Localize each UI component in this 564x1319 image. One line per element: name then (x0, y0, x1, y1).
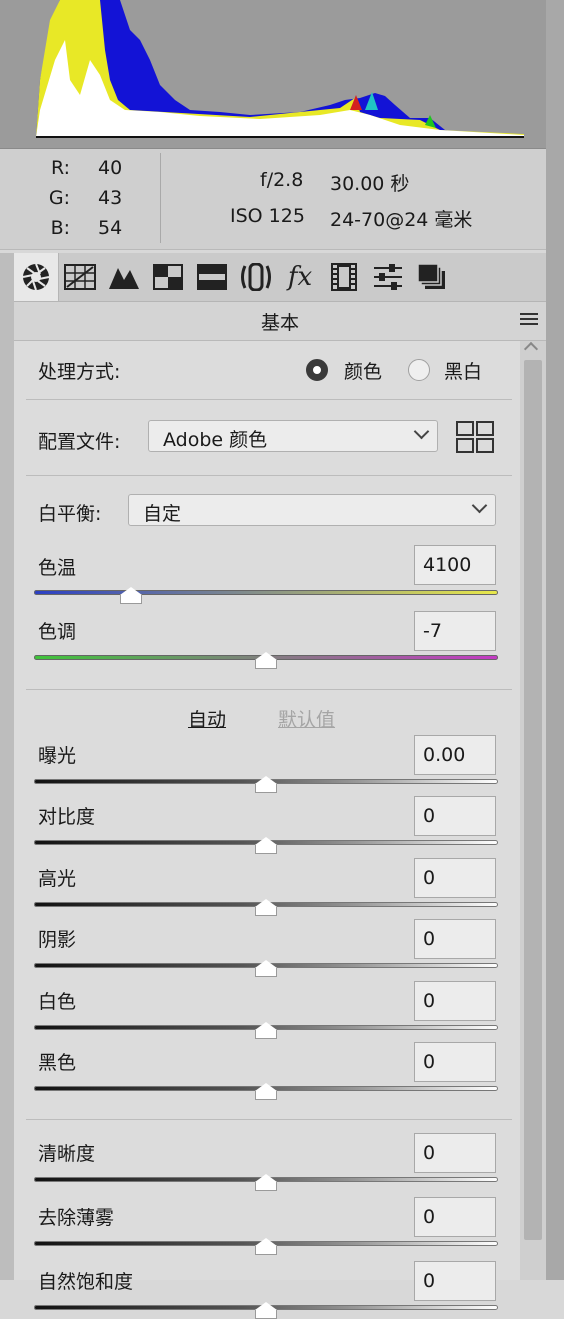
slider-label: 白色 (38, 990, 77, 1013)
slider-label: 对比度 (38, 806, 96, 829)
slider-label: 黑色 (38, 1052, 77, 1074)
histogram-graph (0, 0, 564, 148)
slider-thumb[interactable] (255, 1238, 277, 1255)
slider-value-field[interactable]: 0 (414, 919, 496, 960)
slider-value-field[interactable]: 0 (414, 1133, 496, 1173)
lens-icon[interactable] (234, 253, 278, 301)
temp-label: 色温 (38, 557, 77, 579)
shutter-value: 30.00 秒 (330, 173, 410, 195)
slider-label: 高光 (38, 867, 77, 890)
treatment-bw-label: 黑白 (444, 361, 483, 383)
histogram (0, 0, 564, 149)
split-toning-icon[interactable] (146, 253, 190, 301)
tint-slider-thumb[interactable] (255, 652, 277, 669)
split-rows-icon[interactable] (190, 253, 234, 301)
slider-thumb[interactable] (255, 1174, 277, 1191)
default-button[interactable]: 默认值 (278, 705, 335, 732)
chevron-down-icon (413, 423, 430, 440)
profile-value: Adobe 颜色 (163, 429, 268, 451)
slider-thumb[interactable] (255, 1083, 277, 1100)
divider (26, 1119, 512, 1120)
slider-thumb[interactable] (255, 1021, 277, 1039)
r-label: R: (50, 157, 70, 179)
b-label: B: (50, 217, 70, 239)
divider (26, 689, 512, 690)
slider-label: 曝光 (38, 745, 77, 767)
slider-value-field[interactable]: 0 (414, 1197, 496, 1237)
fx-icon[interactable]: fx (278, 253, 322, 301)
chevron-down-icon (471, 497, 488, 514)
profile-browser-icon[interactable] (454, 419, 494, 453)
info-strip: R: 40 G: 43 B: 54 f/2.8 30.00 秒 ISO 125 … (0, 149, 564, 250)
mountains-icon[interactable] (102, 253, 146, 301)
sliders-icon[interactable] (366, 253, 410, 301)
divider (26, 475, 512, 476)
slider-value-field[interactable]: 0.00 (414, 735, 496, 775)
treatment-color-label: 颜色 (344, 361, 383, 383)
panel-menu-icon[interactable] (520, 313, 538, 329)
divider (26, 399, 512, 400)
white-balance-value: 自定 (143, 503, 182, 525)
slider-thumb[interactable] (255, 898, 277, 916)
g-label: G: (48, 187, 70, 209)
g-value: 43 (98, 187, 123, 209)
slider-thumb[interactable] (255, 776, 277, 793)
grid-icon[interactable] (58, 253, 102, 301)
left-edge (0, 253, 14, 1280)
iso-value: ISO 125 (230, 205, 305, 227)
slider-thumb[interactable] (255, 960, 277, 978)
aperture-value: f/2.8 (260, 169, 304, 191)
panel-title: 基本 (260, 312, 299, 334)
scrollbar-thumb[interactable] (524, 360, 542, 1240)
slider-label: 清晰度 (38, 1143, 96, 1165)
slider-value-field[interactable]: 0 (414, 857, 496, 898)
slider-value-field[interactable]: 0 (414, 980, 496, 1021)
white-balance-dropdown[interactable]: 自定 (128, 494, 496, 526)
profile-label: 配置文件: (38, 431, 121, 453)
lens-value: 24-70@24 毫米 (330, 209, 473, 231)
basic-panel-content: 处理方式: 颜色 黑白 配置文件: Adobe 颜色 白平衡: 自定 色温 41… (14, 341, 520, 1319)
white-balance-label: 白平衡: (38, 503, 102, 525)
treatment-color-radio[interactable] (306, 359, 328, 381)
auto-button[interactable]: 自动 (188, 705, 226, 732)
slider-label: 自然饱和度 (38, 1271, 134, 1293)
slider-label: 阴影 (38, 929, 77, 952)
temp-slider-thumb[interactable] (120, 587, 143, 604)
film-icon[interactable] (322, 253, 366, 301)
slider-value-field[interactable]: 0 (414, 1042, 496, 1082)
temp-slider-track[interactable] (34, 590, 498, 595)
treatment-label: 处理方式: (38, 361, 121, 383)
slider-thumb[interactable] (255, 837, 277, 855)
slider-value-field[interactable]: 0 (414, 1261, 496, 1301)
b-value: 54 (98, 217, 123, 239)
right-edge (546, 0, 564, 1280)
slider-label: 去除薄雾 (38, 1207, 115, 1229)
info-divider (160, 153, 161, 243)
temp-field[interactable]: 4100 (414, 545, 496, 585)
stack-icon[interactable] (410, 253, 454, 301)
treatment-bw-radio[interactable] (408, 359, 430, 381)
slider-thumb[interactable] (255, 1302, 277, 1319)
tint-label: 色调 (38, 621, 77, 643)
profile-dropdown[interactable]: Adobe 颜色 (148, 420, 438, 452)
r-value: 40 (98, 157, 123, 179)
aperture-icon[interactable] (14, 253, 59, 301)
panel-toolbar: fx (14, 253, 546, 302)
panel-header: 基本 (14, 302, 546, 341)
slider-value-field[interactable]: 0 (414, 796, 496, 837)
tint-field[interactable]: -7 (414, 611, 496, 651)
